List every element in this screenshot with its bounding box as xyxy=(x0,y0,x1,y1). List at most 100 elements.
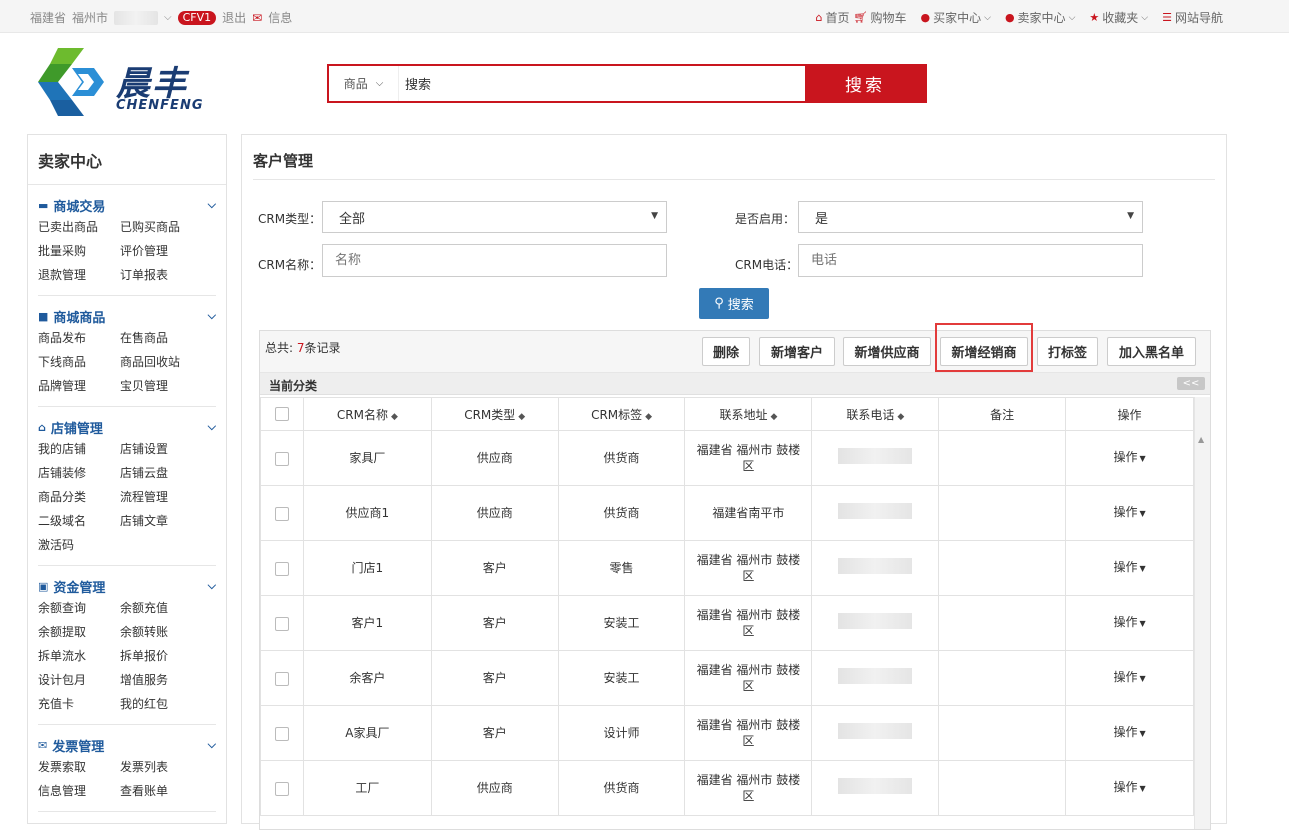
cell-operation[interactable]: 操作 ▼ xyxy=(1065,760,1194,816)
sidebar-link[interactable]: 在售商品 xyxy=(120,326,202,350)
sidebar-link[interactable]: 流程管理 xyxy=(120,485,202,509)
operation-dropdown[interactable]: 操作 ▼ xyxy=(1113,505,1145,519)
crm-name-input[interactable] xyxy=(322,244,667,277)
sidebar-link[interactable]: 我的红包 xyxy=(120,692,202,716)
section-header[interactable]: ▣ 资金管理 ⌵ xyxy=(38,576,216,596)
col-crm-name[interactable]: CRM名称 ◆ xyxy=(302,397,432,431)
sidebar-link[interactable]: 增值服务 xyxy=(120,668,202,692)
sidebar-link[interactable]: 已卖出商品 xyxy=(38,215,120,239)
section-header[interactable]: ▬ 商城交易 ⌵ xyxy=(38,195,216,215)
col-phone[interactable]: 联系电话 ◆ xyxy=(811,397,940,431)
sidebar-link[interactable]: 店铺设置 xyxy=(120,437,202,461)
scroll-up-icon[interactable]: ▲ xyxy=(1198,435,1204,444)
add-supplier-button[interactable]: 新增供应商 xyxy=(843,337,931,366)
logout-link[interactable]: 退出 xyxy=(222,9,246,26)
chevron-down-icon[interactable]: ⌵ xyxy=(208,198,216,212)
sidebar-link[interactable]: 商品分类 xyxy=(38,485,120,509)
add-customer-button[interactable]: 新增客户 xyxy=(759,337,835,366)
row-checkbox[interactable] xyxy=(274,561,289,576)
nav-cart[interactable]: 🛒︎ 购物车 xyxy=(854,9,907,26)
sidebar-link[interactable]: 信息管理 xyxy=(38,779,120,803)
col-address[interactable]: 联系地址 ◆ xyxy=(684,397,813,431)
sidebar-link[interactable]: 店铺装修 xyxy=(38,461,120,485)
sidebar-link[interactable]: 商品回收站 xyxy=(120,350,202,374)
chevron-down-icon[interactable]: ⌵ xyxy=(208,309,216,323)
row-checkbox[interactable] xyxy=(274,451,289,466)
operation-dropdown[interactable]: 操作 ▼ xyxy=(1113,670,1145,684)
sidebar-link[interactable]: 下线商品 xyxy=(38,350,120,374)
tag-button[interactable]: 打标签 xyxy=(1037,337,1098,366)
sidebar-link[interactable]: 店铺云盘 xyxy=(120,461,202,485)
row-checkbox[interactable] xyxy=(274,781,289,796)
cell-operation[interactable]: 操作 ▼ xyxy=(1065,485,1194,541)
nav-seller-center[interactable]: ● 卖家中心 ⌵ xyxy=(1005,9,1075,26)
sidebar-link[interactable]: 拆单流水 xyxy=(38,644,120,668)
row-checkbox[interactable] xyxy=(274,506,289,521)
table-scrollbar[interactable]: ▲ xyxy=(1194,397,1210,829)
sidebar-link[interactable]: 宝贝管理 xyxy=(120,374,202,398)
search-input[interactable] xyxy=(399,66,805,101)
cell-operation[interactable]: 操作 ▼ xyxy=(1065,650,1194,706)
select-all-checkbox[interactable] xyxy=(274,407,289,422)
sidebar-link[interactable]: 商品发布 xyxy=(38,326,120,350)
sidebar-link[interactable]: 发票索取 xyxy=(38,755,120,779)
sidebar-link[interactable]: 店铺文章 xyxy=(120,509,202,533)
row-checkbox[interactable] xyxy=(274,726,289,741)
sidebar-link[interactable]: 退款管理 xyxy=(38,263,120,287)
sidebar-link[interactable]: 余额提取 xyxy=(38,620,120,644)
enabled-select[interactable]: 是 ▼ xyxy=(798,201,1143,233)
search-button[interactable]: 搜索 xyxy=(805,66,925,101)
section-header[interactable]: ⌂ 店铺管理 ⌵ xyxy=(38,417,216,437)
filter-search-button[interactable]: ⚲ 搜索 xyxy=(699,288,769,319)
operation-dropdown[interactable]: 操作 ▼ xyxy=(1113,615,1145,629)
operation-dropdown[interactable]: 操作 ▼ xyxy=(1113,450,1145,464)
chevron-down-icon[interactable]: ⌵ xyxy=(208,738,216,752)
operation-dropdown[interactable]: 操作 ▼ xyxy=(1113,780,1145,794)
chevron-down-icon[interactable]: ⌵ xyxy=(208,579,216,593)
sidebar-link[interactable]: 查看账单 xyxy=(120,779,202,803)
site-logo[interactable]: 晨丰 CHENFENG xyxy=(28,46,228,118)
sidebar-link[interactable]: 二级域名 xyxy=(38,509,120,533)
nav-site-map[interactable]: ☰ 网站导航 xyxy=(1162,9,1223,26)
chevron-down-icon[interactable]: ⌵ xyxy=(208,420,216,434)
sidebar-link[interactable]: 拆单报价 xyxy=(120,644,202,668)
sidebar-link[interactable]: 设计包月 xyxy=(38,668,120,692)
section-header[interactable]: ✉ 发票管理 ⌵ xyxy=(38,735,216,755)
operation-dropdown[interactable]: 操作 ▼ xyxy=(1113,560,1145,574)
sidebar-link[interactable]: 激活码 xyxy=(38,533,120,557)
crm-type-select[interactable]: 全部 ▼ xyxy=(322,201,667,233)
sidebar-link[interactable]: 评价管理 xyxy=(120,239,202,263)
cell-operation[interactable]: 操作 ▼ xyxy=(1065,595,1194,651)
nav-favorites[interactable]: ★ 收藏夹 ⌵ xyxy=(1089,9,1148,26)
message-link[interactable]: 信息 xyxy=(268,9,292,26)
crm-phone-input[interactable] xyxy=(798,244,1143,277)
nav-home[interactable]: ⌂ 首页 xyxy=(816,9,850,26)
sidebar-link[interactable]: 订单报表 xyxy=(120,263,202,287)
operation-dropdown[interactable]: 操作 ▼ xyxy=(1113,725,1145,739)
delete-button[interactable]: 删除 xyxy=(702,337,750,366)
col-crm-tag[interactable]: CRM标签 ◆ xyxy=(557,397,686,431)
chevron-down-icon[interactable]: ⌵ xyxy=(164,12,172,23)
sidebar-link[interactable]: 余额查询 xyxy=(38,596,120,620)
row-checkbox[interactable] xyxy=(274,671,289,686)
nav-buyer-center[interactable]: ● 买家中心 ⌵ xyxy=(920,9,990,26)
sidebar-link[interactable]: 已购买商品 xyxy=(120,215,202,239)
row-checkbox[interactable] xyxy=(274,616,289,631)
cell-operation[interactable]: 操作 ▼ xyxy=(1065,705,1194,761)
collapse-button[interactable]: << xyxy=(1177,377,1205,390)
username-blurred[interactable] xyxy=(114,10,159,25)
sidebar-link[interactable]: 发票列表 xyxy=(120,755,202,779)
col-crm-type[interactable]: CRM类型 ◆ xyxy=(430,397,559,431)
sidebar-link[interactable]: 余额充值 xyxy=(120,596,202,620)
blacklist-button[interactable]: 加入黑名单 xyxy=(1107,337,1196,366)
sidebar-link[interactable]: 我的店铺 xyxy=(38,437,120,461)
sidebar-link[interactable]: 品牌管理 xyxy=(38,374,120,398)
section-header[interactable]: ■ 商城商品 ⌵ xyxy=(38,306,216,326)
city-label[interactable]: 福州市 xyxy=(72,9,108,26)
search-category-select[interactable]: 商品 ⌵ xyxy=(329,66,399,101)
sidebar-link[interactable]: 充值卡 xyxy=(38,692,120,716)
sidebar-link[interactable]: 余额转账 xyxy=(120,620,202,644)
sidebar-link[interactable]: 批量采购 xyxy=(38,239,120,263)
cell-operation[interactable]: 操作 ▼ xyxy=(1065,430,1194,486)
province-label[interactable]: 福建省 xyxy=(30,9,66,26)
